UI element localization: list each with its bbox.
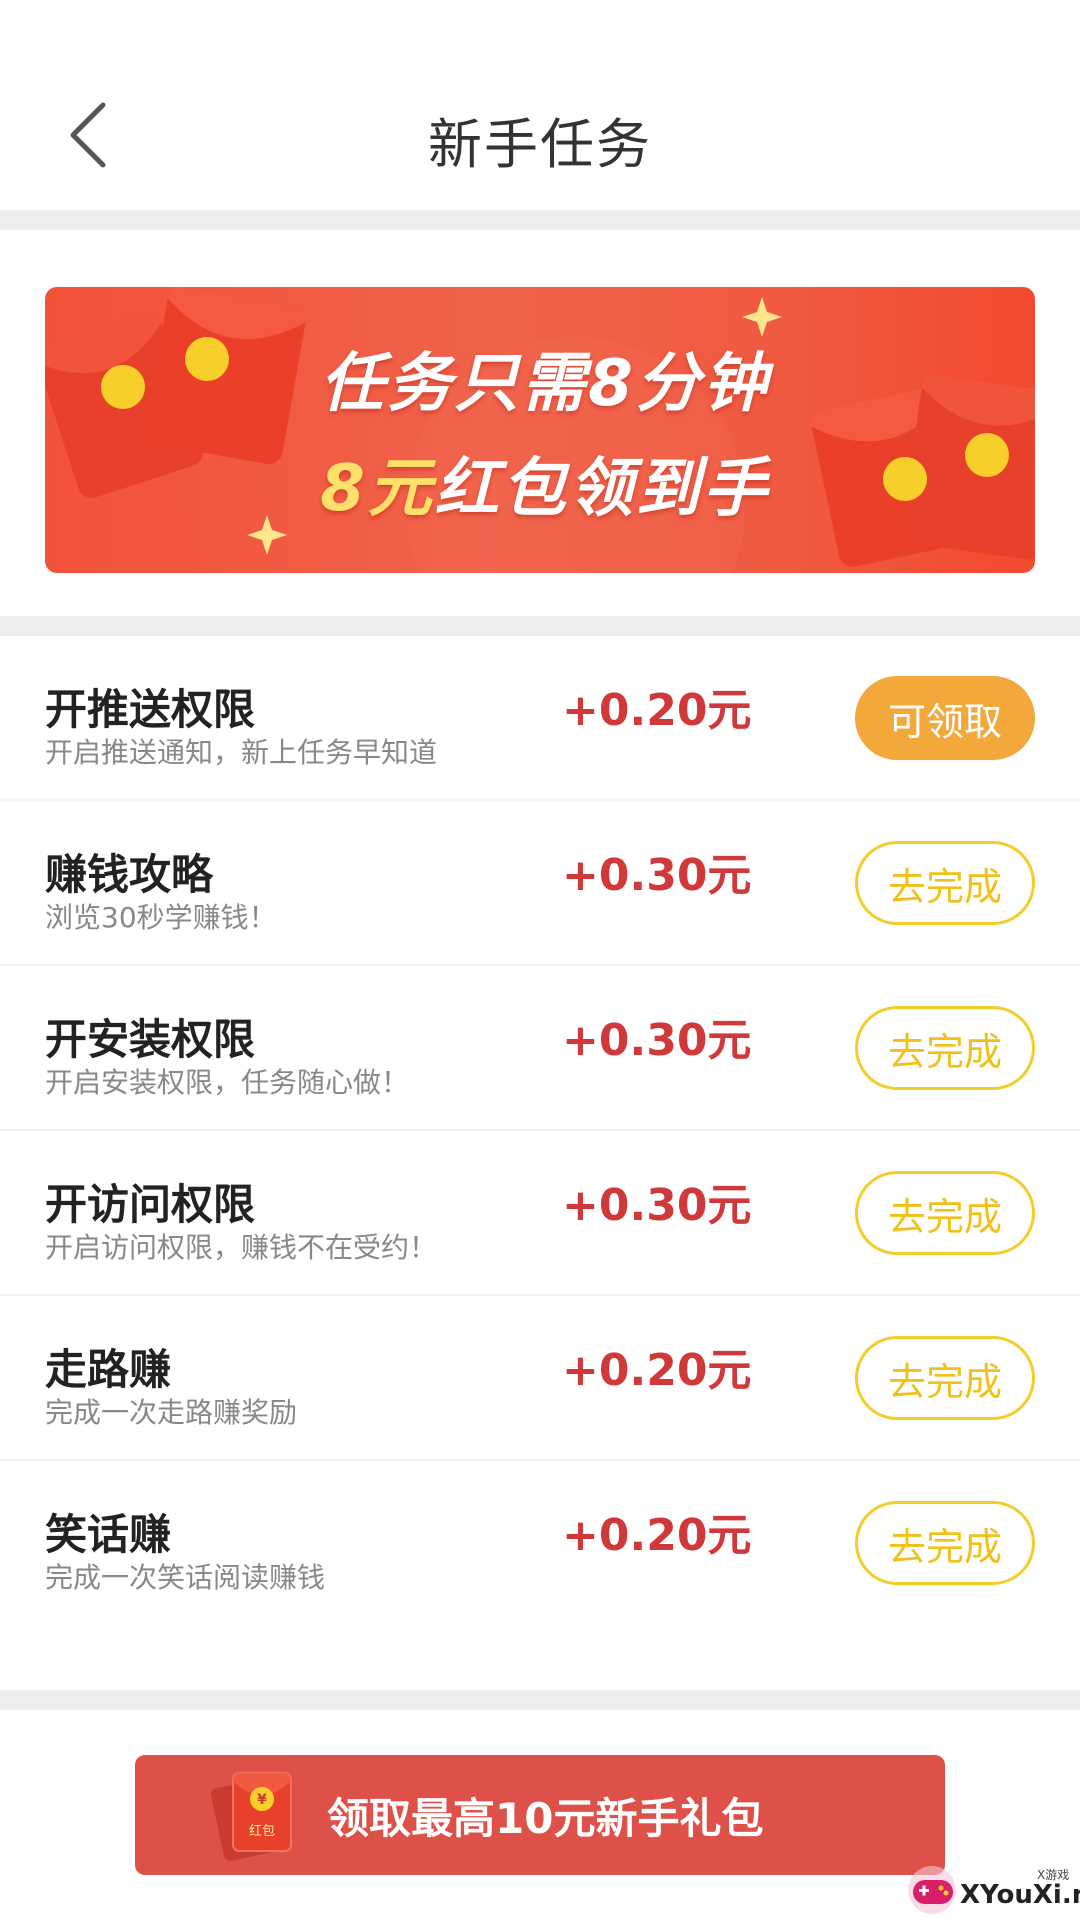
claim-gift-pack-label: 领取最高10元新手礼包 (327, 1794, 764, 1843)
banner-subheadline: 8元红包领到手 (45, 437, 1035, 529)
task-reward: +0.30元 (562, 1180, 752, 1231)
task-title: 开推送权限 (45, 685, 256, 734)
go-complete-button[interactable]: 去完成 (855, 1006, 1035, 1090)
task-description: 浏览30秒学赚钱！ (45, 901, 277, 934)
red-envelope-icon: ¥ 红包 (211, 1772, 292, 1861)
task-description: 开启访问权限，赚钱不在受约！ (45, 1231, 438, 1264)
task-title: 开安装权限 (45, 1015, 256, 1064)
task-row: 笑话赚 完成一次笑话阅读赚钱 +0.20元 去完成 (0, 1461, 1080, 1626)
go-complete-button[interactable]: 去完成 (855, 1336, 1035, 1420)
red-envelope-decoration (45, 287, 1035, 573)
task-row: 开安装权限 开启安装权限，任务随心做！ +0.30元 去完成 (0, 966, 1080, 1131)
go-complete-button[interactable]: 去完成 (855, 1171, 1035, 1255)
task-row: 开访问权限 开启访问权限，赚钱不在受约！ +0.30元 去完成 (0, 1131, 1080, 1296)
task-title: 开访问权限 (45, 1180, 256, 1229)
divider (0, 616, 1080, 636)
go-complete-button[interactable]: 去完成 (855, 841, 1035, 925)
task-reward: +0.30元 (562, 850, 752, 901)
task-reward: +0.20元 (562, 1345, 752, 1396)
task-row: 开推送权限 开启推送通知，新上任务早知道 +0.20元 可领取 (0, 636, 1080, 801)
go-complete-button[interactable]: 去完成 (855, 1501, 1035, 1585)
banner-highlight: 8元 (320, 452, 435, 526)
promo-banner[interactable]: 任务只需8分钟 8元红包领到手 (45, 287, 1035, 573)
envelope-label: 红包 (249, 1823, 275, 1839)
task-description: 完成一次笑话阅读赚钱 (45, 1561, 326, 1594)
banner-headline: 任务只需8分钟 (320, 347, 770, 421)
watermark-text: XYouXi.net (960, 1880, 1080, 1910)
task-reward: +0.20元 (562, 685, 752, 736)
task-description: 开启安装权限，任务随心做！ (45, 1066, 410, 1099)
task-title: 赚钱攻略 (45, 850, 214, 899)
task-description: 完成一次走路赚奖励 (45, 1396, 298, 1429)
task-row: 赚钱攻略 浏览30秒学赚钱！ +0.30元 去完成 (0, 801, 1080, 966)
divider (0, 1690, 1080, 1710)
header-bar: 新手任务 (0, 0, 1080, 210)
divider (0, 210, 1080, 230)
envelope-symbol: ¥ (257, 1792, 267, 1808)
task-title: 走路赚 (45, 1345, 172, 1394)
site-watermark: X游戏 XYouXi.net (905, 1860, 1080, 1920)
banner-subheadline-rest: 红包领到手 (434, 452, 770, 526)
claim-button[interactable]: 可领取 (855, 676, 1035, 760)
task-reward: +0.20元 (562, 1510, 752, 1561)
task-row: 走路赚 完成一次走路赚奖励 +0.20元 去完成 (0, 1296, 1080, 1461)
task-reward: +0.30元 (562, 1015, 752, 1066)
task-title: 笑话赚 (45, 1510, 172, 1559)
gamepad-logo-icon (908, 1866, 956, 1914)
page-title: 新手任务 (428, 113, 652, 176)
task-description: 开启推送通知，新上任务早知道 (45, 736, 438, 769)
task-list: 开推送权限 开启推送通知，新上任务早知道 +0.20元 可领取 赚钱攻略 浏览3… (0, 636, 1080, 1626)
claim-gift-pack-button[interactable]: ¥ 红包 领取最高10元新手礼包 (135, 1755, 945, 1875)
